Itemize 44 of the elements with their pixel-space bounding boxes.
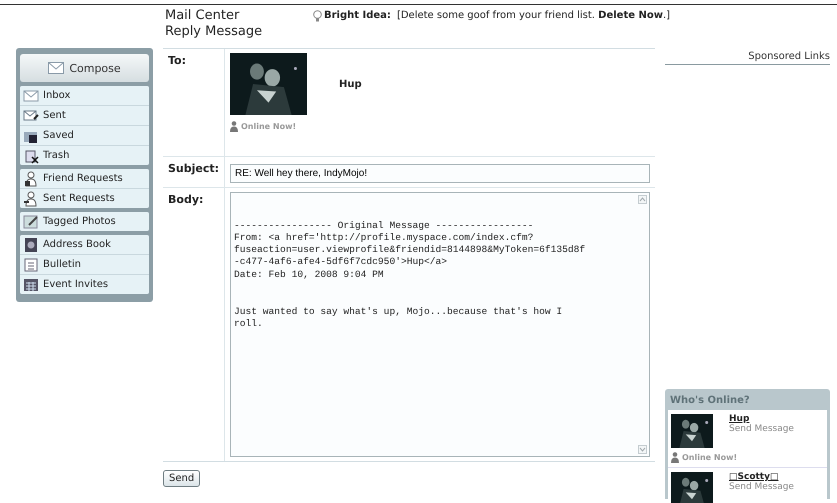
scroll-down-icon <box>638 445 647 454</box>
subject-field[interactable]: RE: Well hey there, IndyMojo! <box>230 164 650 183</box>
sidebar-item[interactable]: Inbox <box>20 86 149 106</box>
tip-text: [Delete some goof from your friend list. Delete Now.] <box>396 10 670 21</box>
friend-name-link[interactable]: Hup <box>729 414 794 424</box>
sidebar-item[interactable]: Sent <box>20 106 149 126</box>
recipient-name[interactable]: Hup <box>339 78 362 90</box>
person-icon <box>23 190 39 206</box>
sidebar-item[interactable]: Bulletin <box>20 255 149 275</box>
field-label: Subject: <box>163 157 225 187</box>
page-title: Mail Center <box>165 8 240 24</box>
friend-name-link[interactable]: □Scotty□ <box>729 472 794 482</box>
scroll-up-icon <box>638 195 647 204</box>
sidebar-item[interactable]: Event Invites <box>20 275 149 294</box>
lightbulb-icon <box>313 10 322 22</box>
person-icon <box>23 170 39 186</box>
compose-button[interactable]: Compose <box>20 54 149 82</box>
send-message-link[interactable]: Send Message <box>729 424 794 434</box>
sidebar-item[interactable]: Address Book <box>20 235 149 255</box>
calendar-icon <box>23 276 39 292</box>
page-subtitle: Reply Message <box>165 24 264 40</box>
sidebar-item[interactable]: Saved <box>20 126 149 146</box>
body-field[interactable]: ----------------- Original Message ----------------- From: <a href='http://profile.myspace.com/index.cfm? fuseaction=user.viewprofile&friendid=8144898&MyToken=6f135d8f -c477-4af6-afe4-5df6f7cdc950'>Hup</a> Date: Feb 10, 2008 9:04 PM Just wanted to say what's up, Mojo...because that's how I roll. <box>230 192 650 457</box>
panel-title: Who's Online? <box>669 394 751 408</box>
person-icon <box>671 452 679 463</box>
tip-label: Bright Idea: <box>324 10 391 21</box>
person-icon <box>230 121 238 132</box>
online-status: Online Now! <box>241 122 296 131</box>
sidebar-item[interactable]: Trash <box>20 146 149 165</box>
sidebar-item[interactable]: Friend Requests <box>20 169 149 189</box>
send-button[interactable]: Send <box>163 470 200 487</box>
envelope-icon <box>23 88 39 104</box>
online-status: Online Now! <box>682 453 738 462</box>
sponsored-links-heading: Sponsored Links <box>665 48 830 65</box>
field-label: To: <box>163 49 225 156</box>
field-label: Body: <box>163 188 225 461</box>
photo-pencil-icon <box>23 214 39 230</box>
trash-icon <box>23 148 39 164</box>
list-icon <box>23 256 39 272</box>
envelope-arrow-icon <box>23 108 39 124</box>
sidebar-item[interactable]: Sent Requests <box>20 189 149 208</box>
send-message-link[interactable]: Send Message <box>729 482 794 492</box>
sidebar-item[interactable]: Tagged Photos <box>20 212 149 231</box>
envelope-icon <box>48 62 64 74</box>
